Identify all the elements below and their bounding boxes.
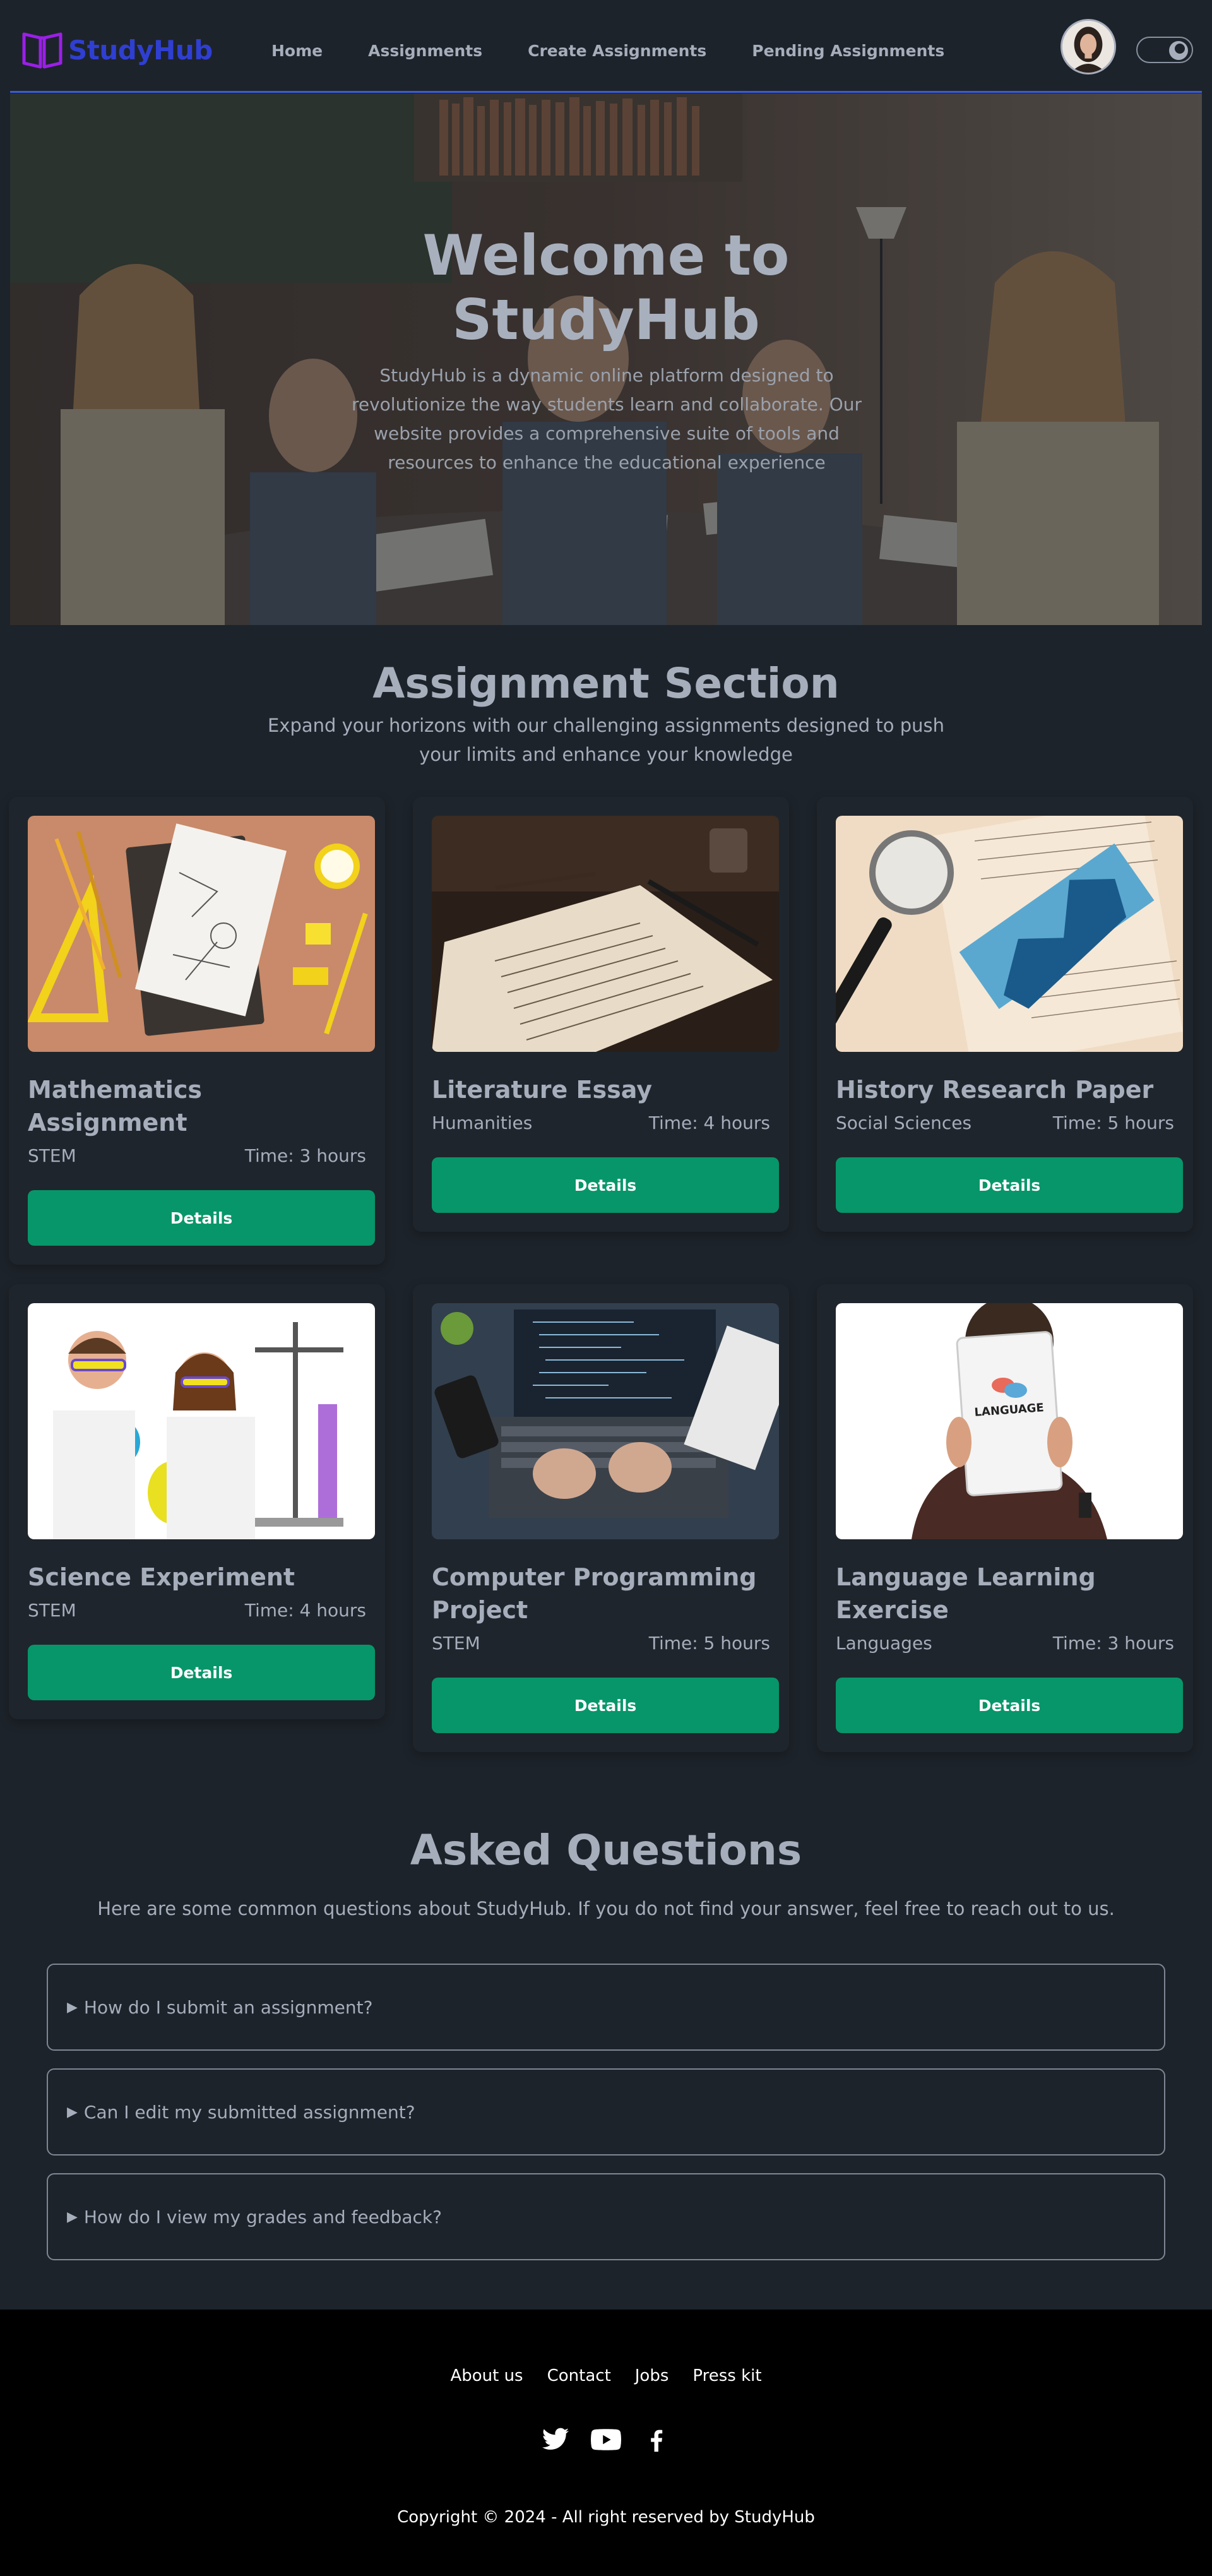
card-time: Time: 3 hours (1052, 1633, 1174, 1654)
book-logo-icon (22, 32, 62, 69)
details-button-literature[interactable]: Details (432, 1157, 779, 1213)
nav-item-assignments[interactable]: Assignments (345, 37, 505, 65)
faq-question: How do I submit an assignment? (83, 1996, 373, 2018)
assignment-card-programming: Computer Programming Project STEM Time: … (413, 1284, 789, 1752)
card-time: Time: 5 hours (1052, 1112, 1174, 1133)
card-meta: Languages Time: 3 hours (836, 1633, 1174, 1654)
navbar-divider (10, 91, 1202, 93)
card-meta: Humanities Time: 4 hours (432, 1112, 770, 1133)
assignment-card-literature: Literature Essay Humanities Time: 4 hour… (413, 797, 789, 1232)
moon-icon (1169, 41, 1188, 60)
card-category: Social Sciences (836, 1112, 972, 1133)
mathematics-image (28, 816, 375, 1052)
expand-arrow-icon: ▶ (67, 2209, 78, 2225)
faq-item[interactable]: ▶ How do I view my grades and feedback? (47, 2173, 1165, 2260)
card-category: Humanities (432, 1112, 533, 1133)
footer-link-about[interactable]: About us (450, 2366, 523, 2385)
theme-toggle[interactable] (1136, 37, 1193, 63)
nav-item-create-assignments[interactable]: Create Assignments (505, 37, 729, 65)
footer-link-contact[interactable]: Contact (547, 2366, 611, 2385)
card-title: History Research Paper (836, 1076, 1154, 1104)
footer-link-press-kit[interactable]: Press kit (692, 2366, 761, 2385)
assignment-card-history: History Research Paper Social Sciences T… (817, 797, 1193, 1232)
programming-image (432, 1303, 779, 1539)
faq-title: Asked Questions (410, 1826, 802, 1875)
assignment-card-mathematics: Mathematics Assignment STEM Time: 3 hour… (9, 797, 385, 1265)
faq-subtitle: Here are some common questions about Stu… (97, 1898, 1115, 1919)
card-time: Time: 4 hours (648, 1112, 770, 1133)
twitter-icon[interactable] (539, 2423, 572, 2456)
avatar-portrait-icon (1062, 21, 1114, 73)
brand-name: StudyHub (68, 34, 213, 66)
details-button-history[interactable]: Details (836, 1157, 1183, 1213)
card-meta: STEM Time: 5 hours (432, 1633, 770, 1654)
facebook-icon[interactable] (640, 2423, 673, 2456)
faq-item[interactable]: ▶ How do I submit an assignment? (47, 1964, 1165, 2051)
card-title: Science Experiment (28, 1563, 295, 1591)
card-category: Languages (836, 1633, 932, 1654)
expand-arrow-icon: ▶ (67, 2104, 78, 2120)
card-category: STEM (432, 1633, 480, 1654)
assignment-section-title: Assignment Section (372, 659, 840, 708)
hero-title-line1: Welcome to (422, 223, 790, 288)
footer: About us Contact Jobs Press kit Copyrigh… (0, 2310, 1212, 2576)
youtube-icon[interactable] (590, 2423, 622, 2456)
card-time: Time: 5 hours (648, 1633, 770, 1654)
navbar: StudyHub Home Assignments Create Assignm… (0, 0, 1212, 93)
card-meta: STEM Time: 3 hours (28, 1145, 366, 1166)
page: StudyHub Home Assignments Create Assignm… (0, 0, 1212, 2576)
literature-image (432, 816, 779, 1052)
expand-arrow-icon: ▶ (67, 1999, 78, 2015)
card-category: STEM (28, 1600, 76, 1621)
details-button-mathematics[interactable]: Details (28, 1190, 375, 1246)
faq-item[interactable]: ▶ Can I edit my submitted assignment? (47, 2068, 1165, 2156)
user-avatar[interactable] (1060, 19, 1116, 75)
card-title: Computer Programming Project (432, 1563, 757, 1624)
footer-link-jobs[interactable]: Jobs (635, 2366, 669, 2385)
hero-title: Welcome to StudyHub (10, 224, 1202, 352)
details-button-programming[interactable]: Details (432, 1678, 779, 1733)
card-time: Time: 4 hours (244, 1600, 366, 1621)
faq-question: How do I view my grades and feedback? (83, 2206, 442, 2227)
language-image: LANGUAGE (836, 1303, 1183, 1539)
science-image (28, 1303, 375, 1539)
card-title: Language Learning Exercise (836, 1563, 1096, 1624)
social-links (0, 2423, 1212, 2456)
footer-links: About us Contact Jobs Press kit (0, 2366, 1212, 2385)
assignment-card-language: LANGUAGE Language Learning Exercise Lang… (817, 1284, 1193, 1752)
assignment-card-science: Science Experiment STEM Time: 4 hours De… (9, 1284, 385, 1719)
hero-overlay (10, 93, 1202, 625)
hero-subtitle: StudyHub is a dynamic online platform de… (351, 365, 862, 473)
card-title: Mathematics Assignment (28, 1076, 203, 1136)
hero-title-line2: StudyHub (452, 287, 760, 352)
card-meta: Social Sciences Time: 5 hours (836, 1112, 1174, 1133)
card-time: Time: 3 hours (244, 1145, 366, 1166)
details-button-language[interactable]: Details (836, 1678, 1183, 1733)
faq-question: Can I edit my submitted assignment? (83, 2101, 415, 2123)
nav-item-pending-assignments[interactable]: Pending Assignments (729, 37, 967, 65)
hero-banner: Welcome to StudyHub StudyHub is a dynami… (10, 93, 1202, 625)
brand-logo[interactable]: StudyHub (20, 28, 213, 72)
assignment-section-subtitle: Expand your horizons with our challengin… (267, 715, 945, 765)
main-nav: Home Assignments Create Assignments Pend… (271, 37, 967, 65)
nav-item-home[interactable]: Home (271, 37, 345, 65)
card-meta: STEM Time: 4 hours (28, 1600, 366, 1621)
card-title: Literature Essay (432, 1076, 652, 1104)
card-category: STEM (28, 1145, 76, 1166)
history-image (836, 816, 1183, 1052)
copyright-text: Copyright © 2024 - All right reserved by… (397, 2508, 815, 2527)
details-button-science[interactable]: Details (28, 1645, 375, 1700)
